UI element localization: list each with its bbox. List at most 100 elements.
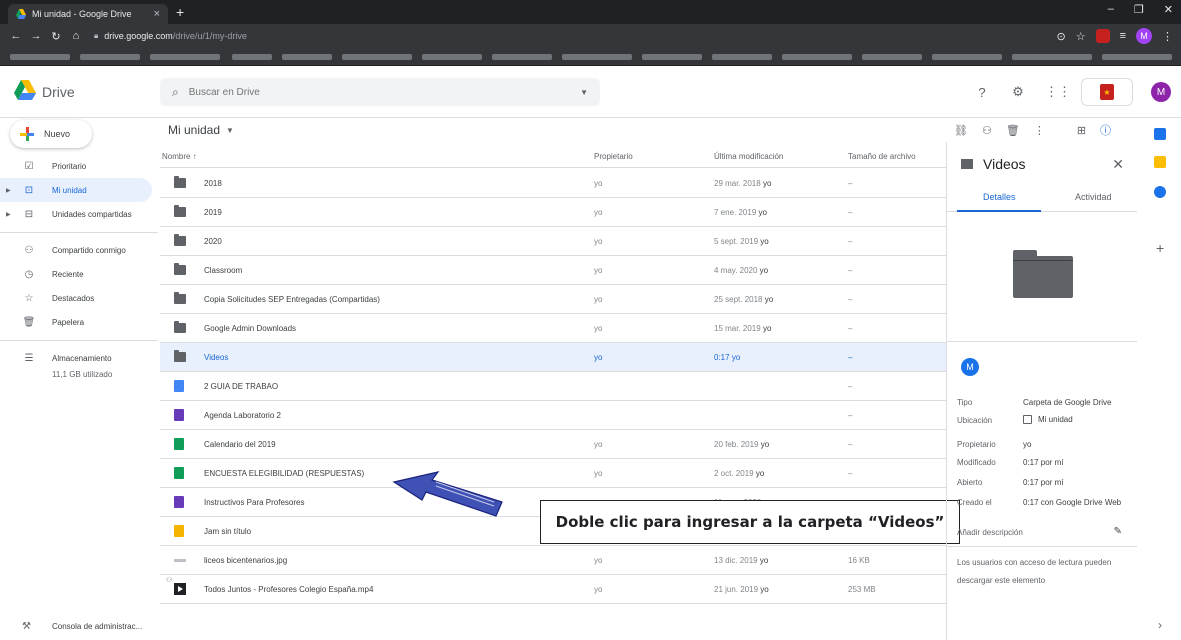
calendar-icon[interactable] [1154, 128, 1166, 140]
bookmark-item[interactable] [932, 54, 1002, 60]
tab-actividad[interactable]: Actividad [1075, 192, 1112, 202]
reload-icon[interactable]: ↻ [48, 30, 64, 43]
breadcrumb[interactable]: Mi unidad ▼ [168, 123, 234, 137]
home-icon[interactable]: ⌂ [68, 30, 84, 42]
column-modified-header[interactable]: Última modificación [714, 152, 783, 161]
file-modified: 29 mar. 2018 yo [714, 179, 771, 188]
expand-caret-icon[interactable]: ▶ [6, 187, 11, 194]
bookmark-item[interactable] [422, 54, 482, 60]
extension-icon[interactable] [1095, 29, 1110, 43]
table-row[interactable]: Videos yo 0:17 yo – [160, 343, 946, 372]
table-row[interactable]: 2020 yo 5 sept. 2019 yo – [160, 227, 946, 256]
bookmark-item[interactable] [232, 54, 272, 60]
column-size-header[interactable]: Tamaño de archivo [848, 152, 916, 161]
organization-account[interactable]: ★ [1081, 78, 1133, 106]
table-row[interactable]: Calendario del 2019 yo 20 feb. 2019 yo – [160, 430, 946, 459]
drive-logo-icon[interactable] [14, 80, 36, 100]
table-row[interactable]: 2019 yo 7 ene. 2019 yo – [160, 198, 946, 227]
table-row[interactable]: ENCUESTA ELEGIBILIDAD (RESPUESTAS) yo 2 oc… [160, 459, 946, 488]
back-icon[interactable]: ← [8, 30, 24, 42]
bookmark-item[interactable] [150, 54, 220, 60]
app-name[interactable]: Drive [42, 84, 75, 100]
browser-menu-icon[interactable]: ⋮ [1162, 30, 1173, 43]
bookmark-item[interactable] [712, 54, 772, 60]
bookmark-item[interactable] [80, 54, 140, 60]
bookmark-star-icon[interactable]: ☆ [1076, 30, 1086, 43]
grid-view-icon[interactable]: ⊞ [1077, 124, 1086, 137]
table-row[interactable]: liceos bicentenarios.jpg yo 13 dic. 2019 y… [160, 546, 946, 575]
edit-pencil-icon[interactable]: ✎ [1114, 526, 1122, 537]
file-modified: 21 jun. 2019 yo [714, 585, 769, 594]
more-vert-icon[interactable]: ⋮ [1034, 124, 1045, 137]
bookmark-item[interactable] [642, 54, 702, 60]
sidebar-item-destacados[interactable]: ☆ Destacados [0, 286, 152, 310]
new-tab-button[interactable]: + [176, 4, 184, 20]
chevron-right-icon[interactable]: › [1158, 618, 1162, 632]
column-owner-header[interactable]: Propietario [594, 152, 633, 161]
table-row[interactable]: 2018 yo 29 mar. 2018 yo – [160, 169, 946, 198]
browser-tab[interactable]: Mi unidad - Google Drive × [8, 4, 168, 24]
get-link-icon[interactable]: ⛓ [954, 124, 968, 137]
location-icon[interactable]: ⊙ [1056, 30, 1065, 43]
restore-icon[interactable]: ❐ [1134, 3, 1144, 16]
prop-value-location[interactable]: Mi unidad [1023, 415, 1073, 424]
help-icon[interactable]: ? [973, 85, 991, 100]
search-bar[interactable]: ⌕ ▼ [160, 78, 600, 106]
share-person-icon[interactable]: ⚇ [982, 124, 992, 137]
bookmark-item[interactable] [562, 54, 632, 60]
search-options-icon[interactable]: ▼ [580, 88, 588, 97]
column-name-header[interactable]: Nombre ↑ [162, 152, 197, 161]
table-row[interactable]: Google Admin Downloads yo 15 mar. 2019 yo – [160, 314, 946, 343]
info-icon[interactable]: ⓘ [1100, 122, 1111, 138]
table-row[interactable]: 2 GUIA DE TRABAO – [160, 372, 946, 401]
bookmark-item[interactable] [1012, 54, 1092, 60]
modified-date: 0:17 [714, 353, 730, 362]
table-row[interactable]: Agenda Laboratorio 2 – [160, 401, 946, 430]
sidebar-item-reciente[interactable]: ◷ Reciente [0, 262, 152, 286]
tab-close-icon[interactable]: × [154, 8, 160, 20]
new-button[interactable]: Nuevo [10, 120, 92, 148]
modified-date: 7 ene. 2019 [714, 208, 757, 217]
bookmark-item[interactable] [862, 54, 922, 60]
prop-value: 0:17 por mí [1023, 478, 1064, 487]
close-icon[interactable]: ✕ [1112, 156, 1124, 173]
table-row[interactable]: Todos Juntos - Profesores Colegio España… [160, 575, 946, 604]
bookmark-item[interactable] [342, 54, 412, 60]
file-name: ENCUESTA ELEGIBILIDAD (RESPUESTAS) [204, 469, 365, 478]
bookmark-item[interactable] [492, 54, 552, 60]
add-description[interactable]: Añadir descripción [957, 528, 1023, 537]
close-window-icon[interactable]: ✕ [1164, 3, 1173, 16]
admin-console-link[interactable]: ⚒ Consola de administrac... [0, 614, 142, 638]
add-addon-icon[interactable]: + [1156, 240, 1164, 256]
expand-caret-icon[interactable]: ▶ [6, 211, 11, 218]
bookmark-item[interactable] [282, 54, 332, 60]
sidebar-item-compartido[interactable]: ⚇ Compartido conmigo [0, 238, 152, 262]
settings-gear-icon[interactable]: ⚙ [1009, 84, 1027, 100]
sidebar-item-almacenamiento[interactable]: ☰ Almacenamiento [0, 346, 152, 370]
reading-list-icon[interactable]: ≡ [1120, 30, 1126, 42]
bookmark-item[interactable] [10, 54, 70, 60]
forward-icon[interactable]: → [28, 30, 44, 42]
table-row[interactable]: Copia Solicitudes SEP Entregadas (Compar… [160, 285, 946, 314]
profile-avatar[interactable]: M [1136, 28, 1152, 44]
avatar[interactable]: M [1151, 82, 1171, 102]
modified-by: yo [760, 440, 770, 449]
details-title-text: Videos [983, 156, 1026, 172]
sidebar-item-prioritario[interactable]: ☑ Prioritario [0, 154, 152, 178]
search-input[interactable] [188, 86, 581, 98]
tasks-icon[interactable] [1154, 186, 1166, 198]
bookmark-item[interactable] [782, 54, 852, 60]
apps-grid-icon[interactable]: ⋮⋮ [1045, 84, 1071, 100]
table-row[interactable]: Classroom yo 4 may. 2020 yo – [160, 256, 946, 285]
tab-detalles[interactable]: Detalles [983, 192, 1016, 202]
bookmark-item[interactable] [1102, 54, 1172, 60]
minimize-icon[interactable]: – [1108, 3, 1114, 16]
sidebar-item-papelera[interactable]: 🗑︎ Papelera [0, 310, 152, 334]
search-icon[interactable]: ⌕ [172, 85, 179, 100]
modified-date: 13 dic. 2019 [714, 556, 758, 565]
keep-icon[interactable] [1154, 156, 1166, 168]
sidebar-item-mi-unidad[interactable]: ▶ ⊡ Mi unidad [0, 178, 152, 202]
trash-icon[interactable]: 🗑︎ [1006, 124, 1020, 137]
sidebar-item-unidades-compartidas[interactable]: ▶ ⊟ Unidades compartidas [0, 202, 152, 226]
url-field[interactable]: 🔒︎ drive.google.com/drive/u/1/my-drive [94, 31, 247, 41]
